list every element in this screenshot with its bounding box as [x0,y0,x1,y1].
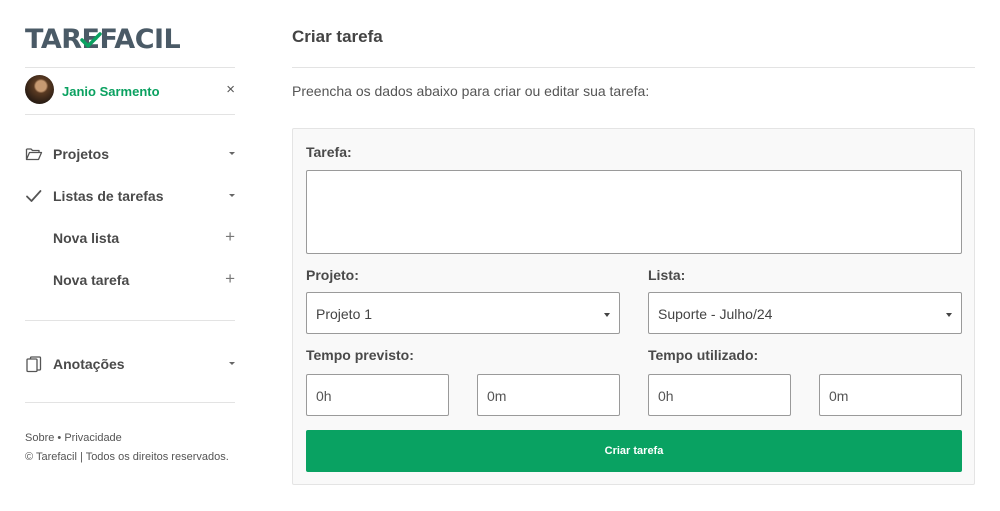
plus-icon[interactable]: + [225,227,235,247]
sidebar: TAREFACIL Janio Sarmento × Projetos List… [25,0,235,511]
sidebar-item-listas[interactable]: Listas de tarefas [25,184,235,208]
planned-time-label: Tempo previsto: [306,347,414,363]
project-label: Projeto: [306,267,359,283]
task-textarea[interactable] [306,170,962,254]
user-profile: Janio Sarmento × [25,75,235,105]
sidebar-divider [25,320,235,321]
chevron-down-icon[interactable] [229,152,235,155]
chevron-down-icon[interactable] [229,194,235,197]
sidebar-item-label: Nova lista [53,230,120,246]
sidebar-divider [25,402,235,403]
close-icon[interactable]: × [226,81,235,98]
plus-icon[interactable]: + [225,269,235,289]
used-minutes-input[interactable]: 0m [819,374,962,416]
chevron-down-icon [604,313,610,317]
sidebar-item-label: Anotações [53,356,125,372]
logo-check-icon [80,32,102,48]
sidebar-item-label: Nova tarefa [53,272,130,288]
title-divider [292,67,975,68]
list-select[interactable]: Suporte - Julho/24 [648,292,962,334]
used-hours-value: 0h [658,388,674,404]
sidebar-divider [25,67,235,68]
list-label: Lista: [648,267,686,283]
create-task-button[interactable]: Criar tarefa [306,430,962,472]
sidebar-item-label: Listas de tarefas [53,188,164,204]
main-content: Criar tarefa Preencha os dados abaixo pa… [292,0,975,511]
planned-hours-value: 0h [316,388,332,404]
intro-text: Preencha os dados abaixo para criar ou e… [292,83,650,99]
footer-copyright: © Tarefacil | Todos os direitos reservad… [25,451,229,463]
notes-icon [26,356,42,373]
user-name[interactable]: Janio Sarmento [62,84,160,99]
avatar[interactable] [25,75,54,104]
used-time-label: Tempo utilizado: [648,347,759,363]
sidebar-divider [25,114,235,115]
sidebar-item-nova-lista[interactable]: Nova lista + [25,226,235,250]
logo[interactable]: TAREFACIL [25,24,181,55]
project-select-value: Projeto 1 [316,306,373,322]
task-label: Tarefa: [306,144,352,160]
planned-minutes-input[interactable]: 0m [477,374,620,416]
sidebar-item-projetos[interactable]: Projetos [25,142,235,166]
project-select[interactable]: Projeto 1 [306,292,620,334]
list-select-value: Suporte - Julho/24 [658,306,773,322]
used-hours-input[interactable]: 0h [648,374,791,416]
folder-open-icon [25,148,43,161]
page-title: Criar tarefa [292,27,383,46]
planned-hours-input[interactable]: 0h [306,374,449,416]
logo-text: TAREFACIL [25,24,181,55]
used-minutes-value: 0m [829,388,849,404]
footer-links[interactable]: Sobre • Privacidade [25,432,122,444]
sidebar-item-label: Projetos [53,146,110,162]
check-icon [26,190,42,202]
sidebar-item-anotacoes[interactable]: Anotações [25,352,235,376]
chevron-down-icon[interactable] [229,362,235,365]
planned-minutes-value: 0m [487,388,507,404]
sidebar-item-nova-tarefa[interactable]: Nova tarefa + [25,268,235,292]
chevron-down-icon [946,313,952,317]
task-form: Tarefa: Projeto: Projeto 1 Lista: Suport… [292,128,975,485]
